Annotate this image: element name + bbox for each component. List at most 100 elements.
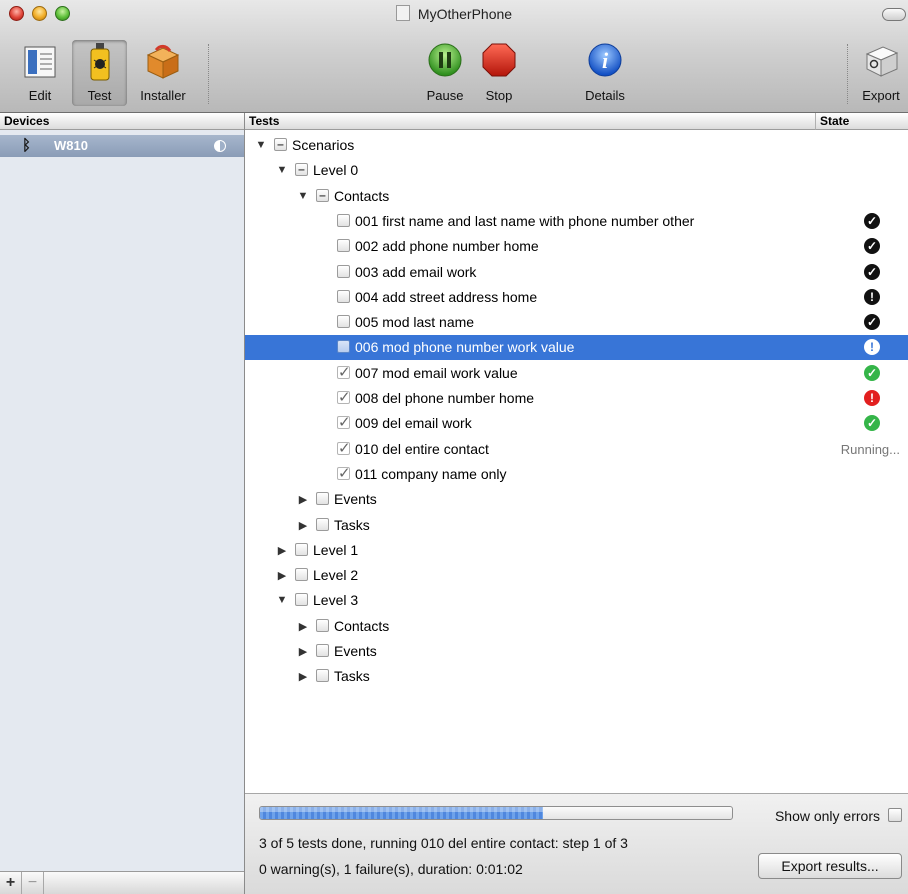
summary-status-text: 0 warning(s), 1 failure(s), duration: 0:…	[259, 861, 523, 877]
export-icon	[865, 46, 899, 77]
document-icon	[395, 5, 410, 21]
disclosure-closed-icon[interactable]: ▶	[297, 645, 309, 658]
disclosure-closed-icon[interactable]: ▶	[276, 544, 288, 557]
row-checkbox[interactable]	[295, 163, 308, 177]
window-title-text: MyOtherPhone	[417, 6, 513, 22]
row-checkbox[interactable]	[295, 542, 308, 556]
tests-outline: Tests State ▼ Scenarios ▼ Level 0 ▼ Contacts 0…	[245, 113, 908, 793]
row-label: 006 mod phone number work value	[355, 339, 575, 356]
outline-row[interactable]: 011 company name only	[245, 462, 908, 487]
row-checkbox[interactable]	[316, 492, 329, 506]
outline-row[interactable]: ▶ Contacts	[245, 614, 908, 639]
outline-row[interactable]: ▶ Tasks	[245, 513, 908, 538]
row-label: Contacts	[334, 187, 390, 204]
outline-row[interactable]: 009 del email work ✓	[245, 411, 908, 436]
row-label: Tasks	[334, 668, 370, 685]
progress-bar	[259, 806, 733, 820]
row-label: Level 2	[313, 567, 359, 584]
row-checkbox[interactable]	[337, 466, 350, 480]
remove-device-button[interactable]: −	[22, 872, 44, 894]
outline-row[interactable]: 007 mod email work value ✓	[245, 361, 908, 386]
outline-row[interactable]: 005 mod last name ✓	[245, 310, 908, 335]
pause-icon	[428, 43, 462, 77]
disclosure-open-icon[interactable]: ▼	[276, 164, 288, 176]
disclosure-closed-icon[interactable]: ▶	[297, 519, 309, 532]
row-checkbox[interactable]	[337, 365, 350, 379]
row-checkbox[interactable]	[337, 213, 350, 227]
edit-icon	[24, 46, 56, 78]
device-row[interactable]: ᛒ W810	[0, 135, 244, 157]
disclosure-closed-icon[interactable]: ▶	[276, 569, 288, 582]
row-checkbox[interactable]	[337, 441, 350, 455]
toolbar-toggle-button[interactable]	[882, 8, 906, 21]
outline-row[interactable]: 001 first name and last name with phone …	[245, 209, 908, 234]
app-window: MyOtherPhone Edit Test Installer Pause S…	[0, 0, 908, 894]
outline-row[interactable]: ▶ Level 1	[245, 538, 908, 563]
edit-tool-button[interactable]: Edit	[18, 40, 62, 106]
row-checkbox[interactable]	[316, 669, 329, 683]
add-device-button[interactable]: +	[0, 872, 22, 894]
disclosure-closed-icon[interactable]: ▶	[297, 620, 309, 633]
outline-row[interactable]: ▼ Level 0	[245, 158, 908, 183]
show-only-errors-checkbox[interactable]	[888, 808, 902, 822]
disclosure-closed-icon[interactable]: ▶	[297, 670, 309, 683]
state-column-header[interactable]: State	[816, 113, 908, 130]
failure-icon: !	[864, 390, 880, 406]
toolbar-separator	[208, 44, 210, 104]
details-label: Details	[585, 88, 625, 103]
row-checkbox[interactable]	[316, 517, 329, 531]
row-checkbox[interactable]	[337, 340, 350, 354]
row-checkbox[interactable]	[337, 315, 350, 329]
row-label: 002 add phone number home	[355, 238, 539, 255]
title-toolbar: MyOtherPhone Edit Test Installer Pause S…	[0, 0, 908, 113]
row-checkbox[interactable]	[337, 264, 350, 278]
outline-row[interactable]: ▼ Level 3	[245, 588, 908, 613]
row-checkbox[interactable]	[337, 289, 350, 303]
outline-row[interactable]: ▶ Events	[245, 639, 908, 664]
row-checkbox[interactable]	[337, 239, 350, 253]
bug-spray-icon	[90, 43, 109, 81]
outline-row[interactable]: 003 add email work ✓	[245, 260, 908, 285]
row-checkbox[interactable]	[274, 138, 287, 151]
devices-column-header[interactable]: Devices	[0, 113, 244, 130]
warning-icon: !	[864, 288, 880, 305]
outline-row[interactable]: ▶ Events	[245, 487, 908, 512]
export-results-button[interactable]: Export results...	[758, 853, 902, 879]
outline-row[interactable]: 004 add street address home!	[245, 285, 908, 310]
tests-column-header[interactable]: Tests	[245, 113, 816, 130]
stop-button[interactable]: Stop	[476, 40, 522, 106]
pause-button[interactable]: Pause	[420, 40, 470, 106]
outline-row[interactable]: ▼ Contacts	[245, 184, 908, 209]
disclosure-open-icon[interactable]: ▼	[276, 594, 288, 606]
outline-row[interactable]: 008 del phone number home!	[245, 386, 908, 411]
status-panel: Show only errors 3 of 5 tests done, runn…	[245, 793, 908, 894]
row-checkbox[interactable]	[337, 391, 350, 404]
disclosure-open-icon[interactable]: ▼	[297, 190, 309, 202]
row-label: 008 del phone number home	[355, 390, 535, 406]
test-tool-button[interactable]: Test	[72, 40, 127, 106]
outline-row[interactable]: ▶ Level 2	[245, 563, 908, 588]
details-button[interactable]: i Details	[576, 40, 634, 106]
row-checkbox[interactable]	[316, 618, 329, 632]
package-icon	[146, 44, 180, 79]
disclosure-closed-icon[interactable]: ▶	[297, 493, 309, 506]
row-label: Scenarios	[292, 137, 355, 153]
outline-row[interactable]: 006 mod phone number work value!	[245, 335, 908, 361]
row-checkbox[interactable]	[316, 188, 329, 202]
export-button[interactable]: Export	[854, 40, 908, 106]
outline-row[interactable]: ▶ Tasks	[245, 664, 908, 689]
outline-row[interactable]: 010 del entire contact Running...	[245, 437, 908, 462]
disclosure-open-icon[interactable]: ▼	[255, 139, 267, 151]
outline-row[interactable]: 002 add phone number home ✓	[245, 234, 908, 259]
row-checkbox[interactable]	[295, 568, 308, 582]
passed-icon: ✓	[864, 415, 880, 432]
row-label: Level 3	[313, 592, 359, 609]
row-checkbox[interactable]	[316, 644, 329, 657]
show-only-errors-label: Show only errors	[774, 808, 880, 824]
row-checkbox[interactable]	[337, 416, 350, 430]
stop-icon	[482, 43, 516, 77]
outline-row[interactable]: ▼ Scenarios	[245, 133, 908, 158]
installer-tool-button[interactable]: Installer	[132, 40, 194, 106]
row-label: Level 1	[313, 541, 359, 558]
row-checkbox[interactable]	[295, 593, 308, 607]
